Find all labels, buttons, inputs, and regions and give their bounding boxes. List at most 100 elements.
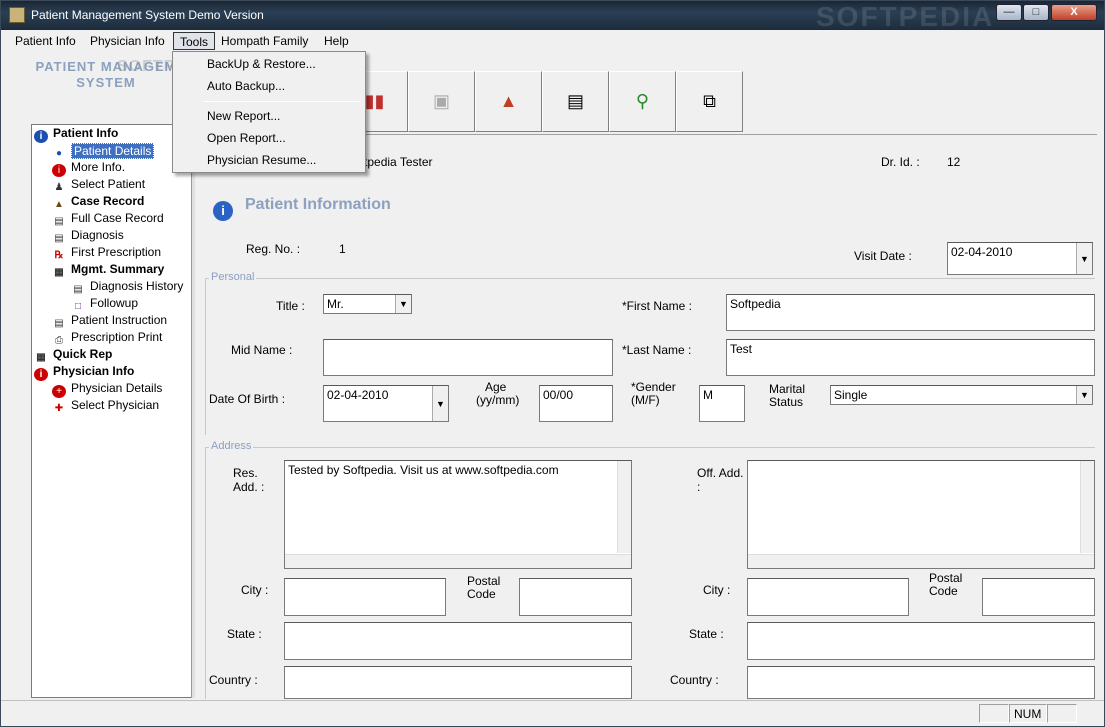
menu-patient-info[interactable]: Patient Info — [9, 32, 82, 50]
tree-select-patient[interactable]: ♟ Select Patient — [52, 177, 146, 193]
res-country-field[interactable] — [284, 666, 632, 699]
menu-open-report[interactable]: Open Report... — [207, 131, 286, 145]
off-state-field[interactable] — [747, 622, 1095, 660]
off-postal-field[interactable] — [982, 578, 1095, 616]
briefcase-icon: ▲ — [54, 199, 64, 210]
dob-picker[interactable]: 02-04-2010 ▼ — [323, 385, 449, 422]
address-group-label: Address — [209, 440, 254, 452]
followup-icon: □ — [74, 301, 82, 312]
res-city-label: City : — [241, 583, 269, 597]
toolbar-delete-button[interactable]: ▲ — [475, 71, 542, 132]
tree-more-info[interactable]: i More Info. — [52, 160, 125, 177]
title-select[interactable]: Mr. ▼ — [323, 294, 412, 314]
tree-full-case-record[interactable]: ▤ Full Case Record — [52, 211, 163, 227]
tree-mgmt-summary[interactable]: ▦ Mgmt. Summary — [52, 262, 164, 278]
tree-patient-info[interactable]: i Patient Info — [34, 126, 118, 143]
menu-auto-backup[interactable]: Auto Backup... — [207, 79, 285, 93]
mid-name-field[interactable] — [323, 339, 613, 376]
tree-followup[interactable]: □ Followup — [71, 296, 138, 312]
marital-label: Marital — [769, 382, 806, 396]
off-state-label: State : — [689, 627, 724, 641]
off-country-label: Country : — [670, 673, 719, 687]
status-panel — [979, 704, 1009, 723]
tree-diagnosis[interactable]: ▤ Diagnosis — [52, 228, 123, 244]
menu-help[interactable]: Help — [318, 32, 355, 50]
tree-patient-details[interactable]: ● Patient Details — [52, 143, 155, 159]
navigation-tree: i Patient Info ● Patient Details i More Inf… — [31, 124, 193, 698]
chevron-down-icon[interactable]: ▼ — [1076, 243, 1092, 274]
menu-physician-resume[interactable]: Physician Resume... — [207, 153, 316, 167]
toolbar-preview-button[interactable]: ⚲ — [609, 71, 676, 132]
res-address-textarea[interactable]: Tested by Softpedia. Visit us at www.sof… — [284, 460, 632, 569]
tools-dropdown-menu: BackUp & Restore... Auto Backup... New R… — [172, 51, 366, 173]
res-country-label: Country : — [209, 673, 258, 687]
menu-tools[interactable]: Tools — [173, 32, 216, 50]
menu-new-report[interactable]: New Report... — [207, 109, 280, 123]
res-city-field[interactable] — [284, 578, 446, 616]
tree-patient-instruction[interactable]: ▤ Patient Instruction — [52, 313, 167, 329]
tree-first-prescription[interactable]: ℞ First Prescription — [52, 245, 162, 261]
horizontal-scrollbar[interactable] — [748, 554, 1094, 568]
visit-date-label: Visit Date : — [854, 249, 912, 263]
personal-group-label: Personal — [209, 271, 257, 283]
title-bar: Patient Management System Demo Version S… — [1, 1, 1104, 32]
gender-field[interactable]: M — [699, 385, 745, 422]
visit-date-picker[interactable]: 02-04-2010 ▼ — [947, 242, 1093, 275]
chevron-down-icon[interactable]: ▼ — [432, 386, 448, 421]
bar-chart-icon: ▮▮ — [364, 91, 385, 111]
maximize-button[interactable]: □ — [1023, 4, 1049, 21]
first-name-field[interactable]: Softpedia — [726, 294, 1095, 331]
menu-backup-restore[interactable]: BackUp & Restore... — [207, 57, 316, 71]
watermark: SOFTPEDIA — [816, 1, 995, 32]
main-window: Patient Management System Demo Version S… — [0, 0, 1105, 727]
toolbar-save-button[interactable]: ▣ — [408, 71, 475, 132]
menu-separator — [203, 101, 361, 102]
off-postal-label: Postal — [929, 571, 963, 585]
dob-label: Date Of Birth : — [209, 392, 286, 406]
chevron-down-icon[interactable]: ▼ — [1076, 386, 1092, 404]
tree-case-record[interactable]: ▲ Case Record — [52, 194, 144, 210]
section-title: Patient Information — [245, 196, 391, 213]
res-postal-field[interactable] — [519, 578, 632, 616]
cross-icon: + — [52, 385, 66, 398]
window-title: Patient Management System Demo Version — [31, 8, 264, 22]
instruction-icon: ▤ — [54, 318, 64, 329]
tree-diagnosis-history[interactable]: ▤ Diagnosis History — [71, 279, 183, 295]
chevron-down-icon[interactable]: ▼ — [395, 295, 411, 313]
record-icon: ▤ — [54, 216, 64, 227]
tree-physician-details[interactable]: + Physician Details — [52, 381, 162, 398]
tree-physician-info[interactable]: i Physician Info — [34, 364, 134, 381]
close-button[interactable]: X — [1051, 4, 1097, 21]
res-add-label-2: Add. : — [233, 480, 265, 494]
history-icon: ▤ — [73, 284, 83, 295]
title-label: Title : — [276, 299, 305, 313]
menu-hompath-family[interactable]: Hompath Family — [215, 32, 314, 50]
minimize-button[interactable]: — — [996, 4, 1022, 21]
document-icon: ▤ — [566, 91, 584, 111]
info-icon: i — [34, 130, 48, 143]
off-city-field[interactable] — [747, 578, 909, 616]
res-postal-label-2: Code — [467, 587, 496, 601]
age-field[interactable]: 00/00 — [539, 385, 613, 422]
marital-status-select[interactable]: Single ▼ — [830, 385, 1093, 405]
vertical-scrollbar[interactable] — [617, 461, 631, 553]
status-panel — [1047, 704, 1077, 723]
last-name-field[interactable]: Test — [726, 339, 1095, 376]
horizontal-scrollbar[interactable] — [285, 554, 631, 568]
menu-physician-info[interactable]: Physician Info — [84, 32, 171, 50]
status-bar: NUM — [1, 700, 1104, 726]
toolbar-document-button[interactable]: ▤ — [542, 71, 609, 132]
age-label: Age — [485, 380, 507, 394]
vertical-scrollbar[interactable] — [1080, 461, 1094, 553]
off-country-field[interactable] — [747, 666, 1095, 699]
toolbar-copy-button[interactable]: ⧉ — [676, 71, 743, 132]
rx-icon: ℞ — [54, 250, 64, 261]
tree-prescription-print[interactable]: ⎙ Prescription Print — [52, 330, 162, 346]
off-add-label: Off. Add. — [697, 466, 744, 480]
printer-icon: ⎙ — [55, 335, 63, 346]
tree-select-physician[interactable]: ✚ Select Physician — [52, 398, 159, 414]
off-address-textarea[interactable] — [747, 460, 1095, 569]
tree-quick-rep[interactable]: ▦ Quick Rep — [34, 347, 112, 363]
app-logo: PATIENT MANAGEM SYSTEM SOFTPEDIA — [21, 59, 217, 91]
res-state-field[interactable] — [284, 622, 632, 660]
